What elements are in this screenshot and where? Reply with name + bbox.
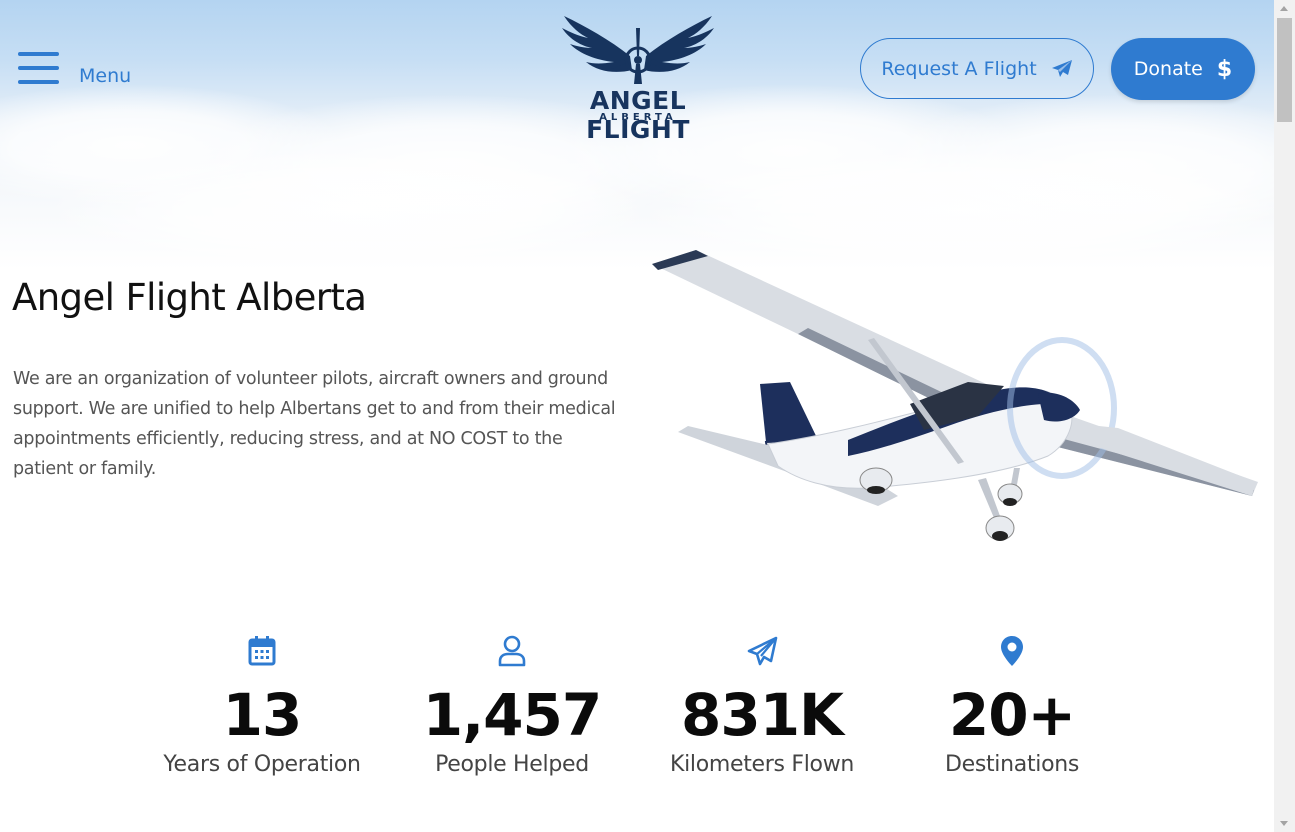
stat-value: 1,457 bbox=[422, 681, 602, 749]
stat-label: Years of Operation bbox=[163, 752, 361, 777]
scroll-down-arrow-icon[interactable] bbox=[1280, 821, 1288, 826]
user-icon bbox=[498, 635, 526, 667]
donate-label: Donate bbox=[1133, 58, 1203, 80]
donate-button[interactable]: Donate $ bbox=[1111, 38, 1255, 100]
scrollbar-thumb[interactable] bbox=[1277, 18, 1292, 122]
request-flight-label: Request A Flight bbox=[881, 57, 1037, 80]
menu-button[interactable]: Menu bbox=[18, 52, 143, 92]
stat-label: People Helped bbox=[435, 752, 589, 777]
stat-kilometers: 831K Kilometers Flown bbox=[642, 634, 882, 777]
map-pin-icon bbox=[1001, 636, 1023, 666]
wings-propeller-icon bbox=[562, 16, 714, 84]
paper-plane-icon bbox=[1051, 59, 1072, 77]
vertical-scrollbar[interactable] bbox=[1274, 0, 1295, 832]
airplane-image bbox=[652, 250, 1258, 541]
stat-value: 831K bbox=[680, 681, 844, 749]
calendar-icon bbox=[248, 636, 276, 666]
stat-label: Kilometers Flown bbox=[669, 752, 855, 777]
logo-subtitle: ALBERTA bbox=[599, 112, 677, 123]
dollar-icon: $ bbox=[1216, 56, 1233, 82]
stat-years: 13 Years of Operation bbox=[142, 634, 382, 777]
hero-description: We are an organization of volunteer pilo… bbox=[13, 369, 616, 479]
site-logo[interactable]: ANGEL FLIGHT ALBERTA bbox=[540, 12, 736, 144]
menu-label: Menu bbox=[79, 65, 132, 87]
stat-value: 20+ bbox=[948, 681, 1076, 749]
request-flight-button[interactable]: Request A Flight bbox=[860, 38, 1094, 99]
hamburger-icon bbox=[18, 52, 59, 85]
scroll-up-arrow-icon[interactable] bbox=[1280, 6, 1288, 11]
stat-people: 1,457 People Helped bbox=[392, 634, 632, 777]
paper-plane-icon bbox=[747, 636, 778, 666]
stat-value: 13 bbox=[222, 681, 303, 749]
stat-label: Destinations bbox=[944, 752, 1080, 777]
stat-destinations: 20+ Destinations bbox=[892, 634, 1132, 777]
page-title: Angel Flight Alberta bbox=[12, 276, 367, 319]
page: Menu ANGEL FLIGHT ALBERTA Request A Flig… bbox=[0, 0, 1274, 832]
